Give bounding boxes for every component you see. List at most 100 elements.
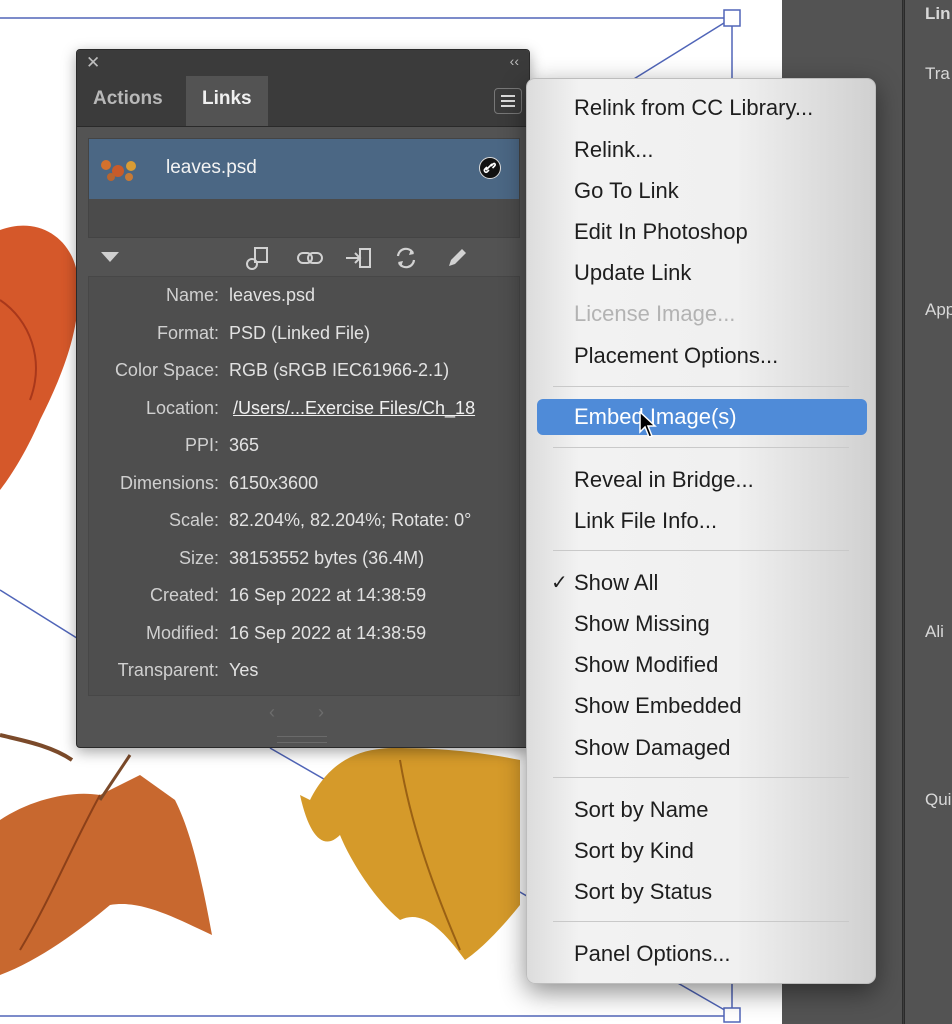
properties-label-appearance: App (925, 300, 952, 319)
mouse-pointer-icon (639, 411, 657, 438)
info-row: Size: 38153552 bytes (36.4M) (89, 548, 519, 584)
update-link-icon[interactable] (391, 243, 421, 273)
menu-item-label: Sort by Name (574, 797, 709, 822)
info-value: 365 (229, 435, 260, 455)
close-icon[interactable]: ✕ (86, 53, 100, 73)
menu-separator (553, 777, 849, 778)
info-key: Size: (178, 547, 219, 568)
menu-item-edit-in-photoshop[interactable]: Edit In Photoshop (537, 214, 867, 250)
menu-item-sort-by-status[interactable]: Sort by Status (537, 874, 867, 910)
menu-item-go-to-link[interactable]: Go To Link (537, 173, 867, 209)
relink-cc-icon[interactable] (243, 243, 273, 273)
collapse-icon[interactable]: ‹‹ (510, 53, 519, 69)
menu-item-license-image: License Image... (537, 296, 867, 332)
panel-menu-icon[interactable] (494, 88, 522, 114)
info-row: Name: leaves.psd (89, 285, 519, 321)
menu-item-show-all[interactable]: ✓ Show All (537, 565, 867, 601)
previous-icon[interactable]: ‹ (269, 702, 275, 722)
menu-separator (553, 447, 849, 448)
menu-item-label: Relink... (574, 137, 654, 162)
info-row: Format: PSD (Linked File) (89, 323, 519, 359)
tab-actions[interactable]: Actions (77, 76, 179, 126)
info-key: Location: (145, 397, 219, 418)
info-value: 38153552 bytes (36.4M) (229, 547, 425, 568)
checkmark-icon: ✓ (551, 572, 568, 594)
menu-item-sort-by-kind[interactable]: Sort by Kind (537, 833, 867, 869)
edit-original-icon[interactable] (441, 243, 471, 273)
info-row: Location: /Users/...Exercise Files/Ch_18 (89, 398, 519, 434)
links-list: leaves.psd (88, 138, 520, 238)
menu-item-reveal-in-bridge[interactable]: Reveal in Bridge... (537, 462, 867, 498)
info-key: Transparent: (117, 660, 219, 680)
info-value: RGB (sRGB IEC61966-2.1) (229, 360, 450, 380)
leaf-shape (0, 225, 79, 490)
info-value: Yes (229, 660, 259, 680)
disclosure-triangle-icon[interactable] (101, 252, 119, 262)
info-value: 16 Sep 2022 at 14:38:59 (229, 622, 427, 643)
links-toolbar (77, 240, 529, 276)
info-value: 16 Sep 2022 at 14:38:59 (229, 585, 427, 605)
menu-item-link-file-info[interactable]: Link File Info... (537, 503, 867, 539)
relink-icon[interactable] (295, 243, 325, 273)
menu-item-label: Edit In Photoshop (574, 219, 748, 244)
menu-item-show-missing[interactable]: Show Missing (537, 606, 867, 642)
info-key: Created: (149, 585, 219, 605)
tab-links[interactable]: Links (186, 76, 268, 126)
menu-item-relink[interactable]: Relink... (537, 132, 867, 168)
menu-separator (553, 921, 849, 922)
menu-item-label: Update Link (574, 260, 692, 285)
menu-item-label: Link File Info... (574, 508, 718, 533)
menu-item-embed-image-s[interactable]: Embed Image(s) (537, 399, 867, 435)
menu-separator (553, 386, 849, 387)
info-key: Dimensions: (119, 472, 219, 493)
info-value: 6150x3600 (229, 472, 319, 493)
links-panel-menu: Relink from CC Library... Relink... Go To … (526, 78, 876, 984)
linked-file-icon (479, 157, 501, 179)
info-row: Dimensions: 6150x3600 (89, 473, 519, 509)
info-key: Modified: (145, 622, 219, 643)
info-row: Created: 16 Sep 2022 at 14:38:59 (89, 585, 519, 621)
properties-label-links: Lin (925, 4, 951, 23)
info-key: Format: (156, 322, 219, 343)
goto-link-icon[interactable] (343, 243, 373, 273)
info-value: leaves.psd (229, 285, 316, 305)
list-item[interactable]: leaves.psd (89, 139, 519, 199)
menu-separator (553, 550, 849, 551)
properties-label-transform: Tra (925, 64, 950, 83)
pager: ‹ › (269, 702, 324, 723)
menu-item-label: Sort by Kind (574, 838, 694, 863)
menu-item-show-embedded[interactable]: Show Embedded (537, 688, 867, 724)
menu-item-update-link[interactable]: Update Link (537, 255, 867, 291)
menu-item-label: Reveal in Bridge... (574, 467, 754, 492)
menu-item-label: License Image... (574, 301, 736, 326)
menu-item-label: Show Missing (574, 611, 710, 636)
info-row: PPI: 365 (89, 435, 519, 471)
menu-item-show-modified[interactable]: Show Modified (537, 647, 867, 683)
file-name: leaves.psd (166, 157, 257, 178)
resize-grip[interactable] (277, 736, 327, 743)
menu-item-show-damaged[interactable]: Show Damaged (537, 730, 867, 766)
menu-item-label: Relink from CC Library... (574, 95, 814, 120)
info-key: Name: (165, 285, 219, 305)
menu-item-relink-from-cc-library[interactable]: Relink from CC Library... (537, 90, 867, 126)
info-row: Modified: 16 Sep 2022 at 14:38:59 (89, 623, 519, 659)
info-key: PPI: (184, 435, 219, 455)
menu-item-label: Go To Link (574, 178, 679, 203)
info-key: Color Space: (114, 360, 219, 380)
leaves-thumbnail (101, 160, 136, 181)
info-row: Scale: 82.204%, 82.204%; Rotate: 0° (89, 510, 519, 546)
menu-item-sort-by-name[interactable]: Sort by Name (537, 792, 867, 828)
info-row: Color Space: RGB (sRGB IEC61966-2.1) (89, 360, 519, 396)
link-info: Name: leaves.psd Format: PSD (Linked File) C… (88, 276, 520, 696)
menu-item-panel-options[interactable]: Panel Options... (537, 936, 867, 972)
links-panel: ✕ ‹‹ Actions Links leaves.psd Name: leav… (76, 49, 530, 748)
location-link[interactable]: /Users/...Exercise Files/Ch_18 (233, 398, 475, 419)
info-value: 82.204%, 82.204%; Rotate: 0° (229, 510, 472, 530)
menu-item-label: Placement Options... (574, 343, 779, 368)
menu-item-placement-options[interactable]: Placement Options... (537, 338, 867, 374)
next-icon[interactable]: › (318, 702, 324, 722)
menu-item-label: Show Modified (574, 652, 719, 677)
info-row: Transparent: Yes (89, 660, 519, 696)
panel-tabs: Actions Links (77, 76, 529, 127)
info-key: Scale: (168, 510, 219, 530)
